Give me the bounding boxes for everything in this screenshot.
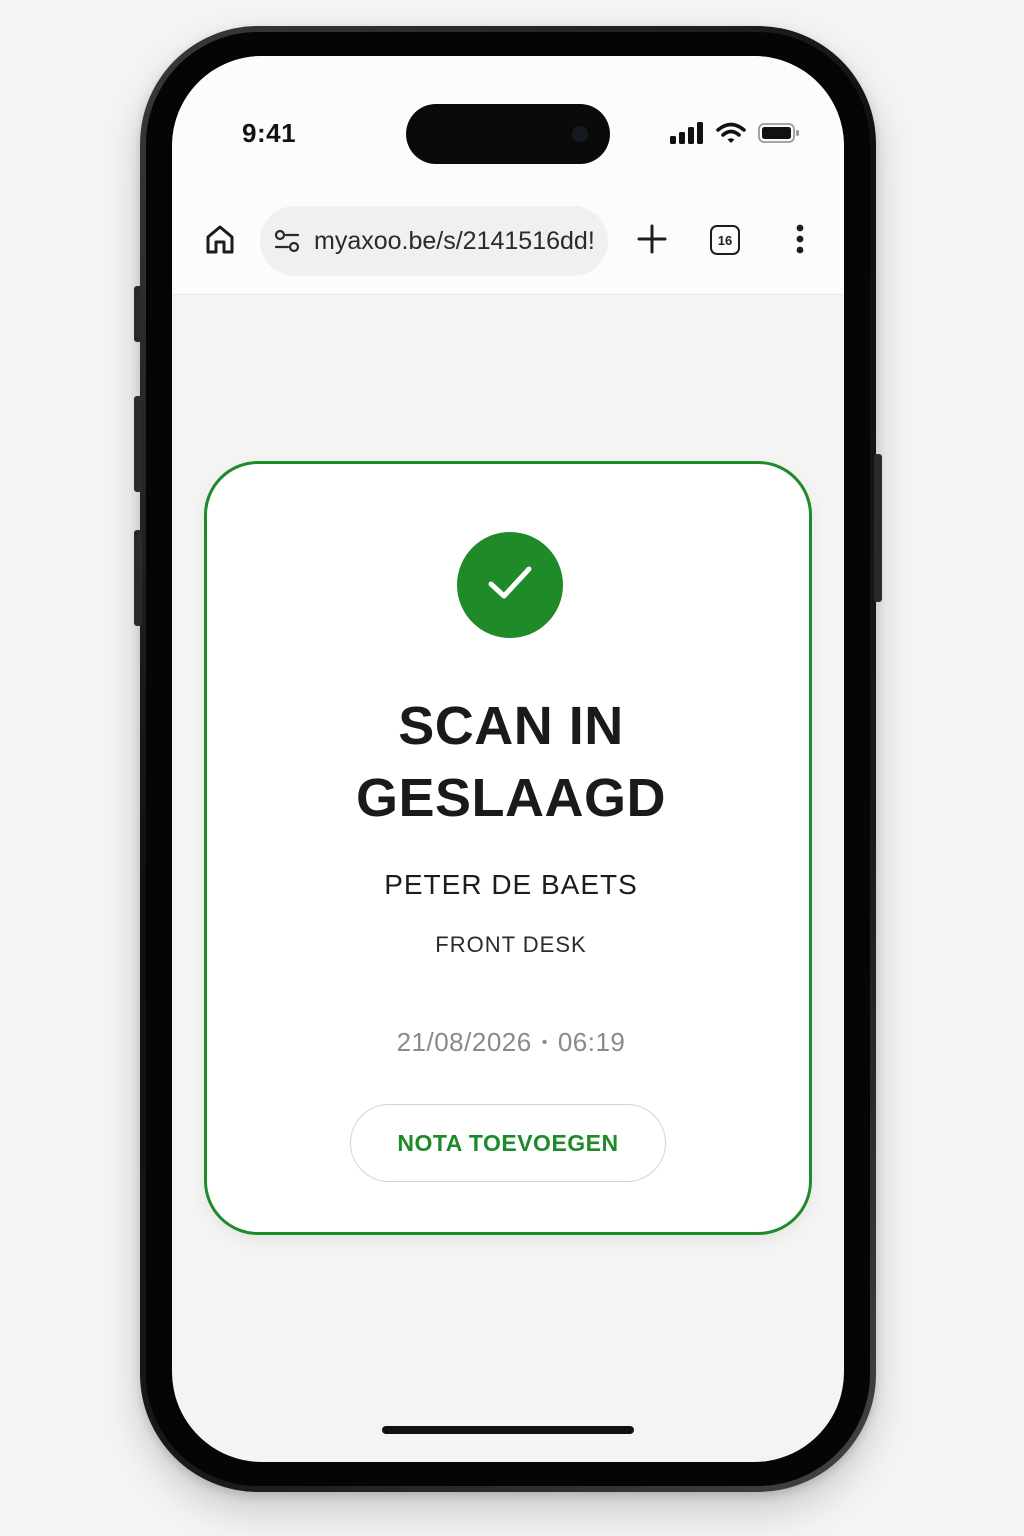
volume-down-button	[134, 530, 142, 626]
add-note-button[interactable]: NOTA TOEVOEGEN	[350, 1104, 666, 1182]
dynamic-island	[406, 104, 610, 164]
success-badge	[457, 532, 563, 638]
power-button	[874, 454, 882, 602]
location-label: FRONT DESK	[435, 932, 587, 957]
site-settings-icon[interactable]	[274, 229, 300, 253]
action-button	[134, 286, 142, 342]
scan-status-title: SCAN IN GESLAAGD	[207, 690, 815, 834]
battery-icon	[758, 122, 800, 149]
person-name: PETER DE BAETS	[384, 869, 638, 900]
scan-time: 06:19	[557, 1027, 626, 1057]
new-tab-plus-icon	[637, 224, 667, 259]
scan-date: 21/08/2026	[396, 1027, 532, 1057]
cellular-signal-icon	[670, 122, 704, 149]
home-button[interactable]	[200, 221, 240, 261]
more-menu-icon	[796, 224, 804, 259]
title-line-1: SCAN IN	[398, 696, 624, 756]
title-line-2: GESLAAGD	[355, 768, 667, 828]
home-indicator[interactable]	[382, 1426, 634, 1434]
tab-switcher-button[interactable]: 16	[710, 225, 740, 255]
status-icons	[670, 122, 800, 149]
checkmark-icon	[486, 563, 534, 608]
tab-count: 16	[717, 232, 733, 248]
url-text: myaxoo.be/s/2141516dd!	[314, 226, 595, 255]
scan-timestamp: 21/08/2026 • 06:19	[207, 1027, 815, 1058]
volume-up-button	[134, 396, 142, 492]
phone-frame: 9:41 myaxoo.be/s/2141516dd! 16 SCAN IN G…	[134, 26, 882, 1492]
address-bar[interactable]: myaxoo.be/s/2141516dd!	[260, 206, 608, 276]
more-menu-button[interactable]	[780, 221, 820, 261]
timestamp-separator: •	[541, 1034, 548, 1051]
new-tab-button[interactable]	[632, 221, 672, 261]
scan-result-card: SCAN IN GESLAAGD PETER DE BAETS FRONT DE…	[204, 461, 812, 1235]
browser-toolbar: myaxoo.be/s/2141516dd! 16	[172, 206, 844, 276]
phone-screen: 9:41 myaxoo.be/s/2141516dd! 16 SCAN IN G…	[172, 56, 844, 1462]
home-icon	[204, 223, 236, 260]
browser-top-bar: 9:41 myaxoo.be/s/2141516dd! 16	[172, 56, 844, 295]
front-camera	[572, 126, 588, 142]
status-time: 9:41	[242, 118, 297, 148]
wifi-icon	[716, 122, 746, 149]
